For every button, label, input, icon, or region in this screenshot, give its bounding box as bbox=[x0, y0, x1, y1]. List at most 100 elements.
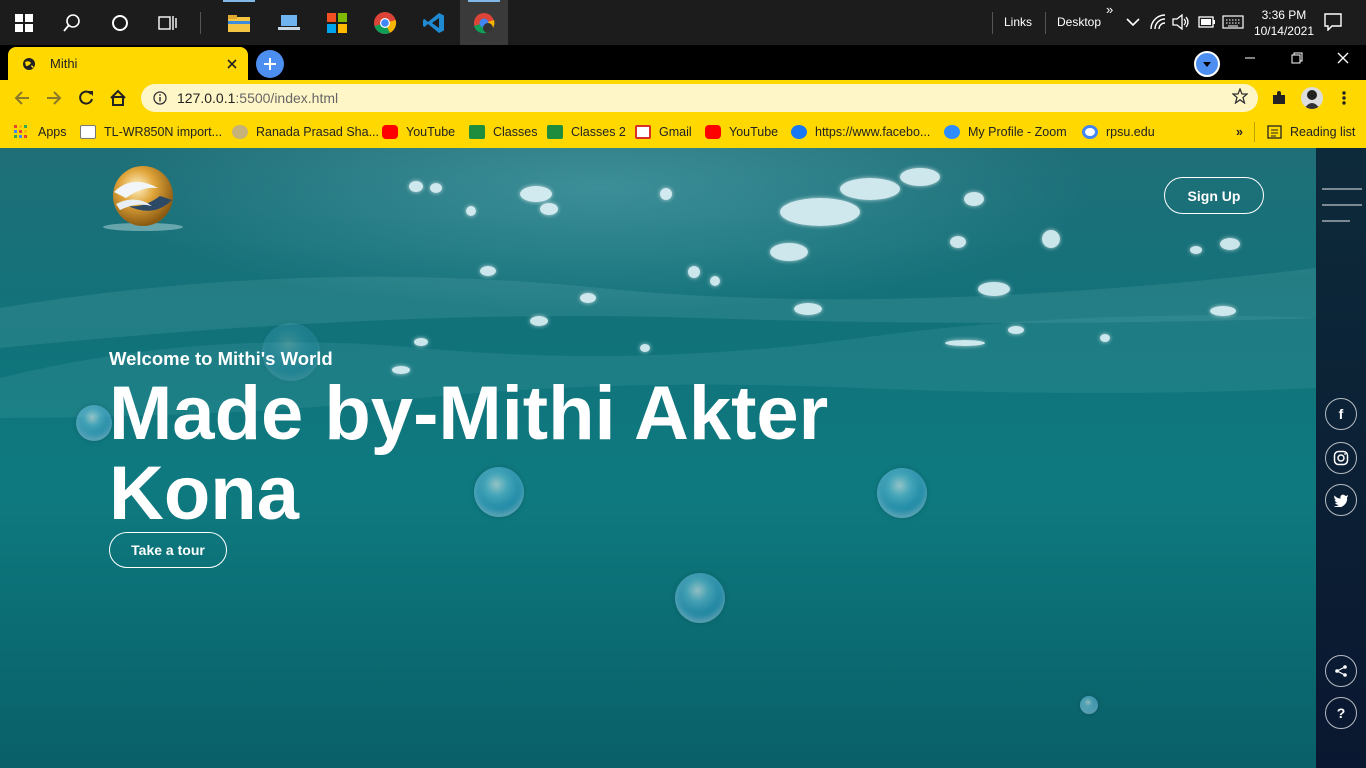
windows-start-button[interactable] bbox=[0, 0, 48, 45]
links-toolbar[interactable]: Links bbox=[1004, 15, 1032, 29]
tab-mithi[interactable]: Mithi bbox=[8, 47, 248, 80]
bookmark-label: https://www.facebo... bbox=[815, 125, 931, 139]
bookmark-rpsu[interactable]: Ranada Prasad Sha... bbox=[232, 122, 379, 142]
kebab-menu-icon[interactable] bbox=[1340, 90, 1348, 106]
task-view-button[interactable] bbox=[144, 0, 192, 45]
zoom-icon bbox=[944, 125, 960, 139]
help-icon[interactable]: ? bbox=[1325, 697, 1357, 729]
star-bookmark-icon[interactable] bbox=[1232, 88, 1248, 104]
system-clock[interactable]: 3:36 PM 10/14/2021 bbox=[1254, 7, 1314, 39]
taskbar-this-pc[interactable] bbox=[265, 0, 313, 45]
taskbar-store[interactable] bbox=[313, 0, 361, 45]
apps-grid-icon bbox=[14, 125, 27, 138]
youtube-icon bbox=[382, 125, 398, 139]
chrome-icon bbox=[374, 11, 397, 34]
twitter-bird-glyph bbox=[1333, 494, 1348, 507]
tab-search-button[interactable] bbox=[1194, 51, 1220, 77]
profile-avatar[interactable] bbox=[1301, 87, 1323, 109]
wifi-icon[interactable] bbox=[1150, 14, 1166, 30]
take-a-tour-button[interactable]: Take a tour bbox=[109, 532, 227, 568]
url-path: :5500/index.html bbox=[235, 90, 339, 106]
site-logo[interactable] bbox=[102, 164, 184, 232]
rpsu-logo-icon bbox=[232, 125, 248, 139]
running-indicator bbox=[468, 0, 500, 2]
windows-logo-icon bbox=[15, 13, 33, 32]
home-button[interactable] bbox=[104, 84, 132, 112]
keyboard-icon[interactable] bbox=[1222, 15, 1244, 29]
globe-icon bbox=[23, 57, 35, 70]
arrow-right-icon bbox=[47, 91, 62, 105]
close-icon[interactable] bbox=[226, 58, 238, 70]
cortana-circle-icon bbox=[112, 14, 128, 31]
task-view-icon bbox=[158, 15, 177, 30]
extensions-puzzle-icon[interactable] bbox=[1271, 90, 1287, 106]
reading-list-button[interactable]: Reading list bbox=[1267, 122, 1355, 142]
bookmark-router[interactable]: TL-WR850N import... bbox=[80, 122, 222, 142]
taskbar-file-explorer[interactable] bbox=[215, 0, 263, 45]
address-bar[interactable]: 127.0.0.1:5500/index.html bbox=[141, 84, 1258, 112]
reload-button[interactable] bbox=[72, 84, 100, 112]
forward-button[interactable] bbox=[40, 84, 68, 112]
minimize-icon bbox=[1245, 57, 1255, 59]
search-icon bbox=[63, 13, 80, 32]
bookmarks-bar: Apps TL-WR850N import... Ranada Prasad S… bbox=[0, 116, 1366, 148]
taskbar-chrome-profile-active[interactable] bbox=[460, 0, 508, 45]
bookmark-youtube[interactable]: YouTube bbox=[382, 122, 455, 142]
info-icon[interactable] bbox=[153, 91, 167, 105]
close-window-button[interactable] bbox=[1320, 45, 1366, 77]
minimize-button[interactable] bbox=[1227, 45, 1273, 77]
bookmark-youtube-2[interactable]: YouTube bbox=[705, 122, 778, 142]
battery-icon[interactable] bbox=[1198, 16, 1216, 28]
clock-time: 3:36 PM bbox=[1261, 8, 1307, 22]
url-text: 127.0.0.1:5500/index.html bbox=[177, 90, 338, 106]
bookmark-gmail[interactable]: Gmail bbox=[635, 122, 692, 142]
bookmark-rpsu-edu[interactable]: rpsu.edu bbox=[1082, 122, 1155, 142]
hamburger-menu-icon[interactable] bbox=[1316, 184, 1366, 224]
plus-icon bbox=[264, 58, 276, 70]
chrome-profile-icon bbox=[474, 12, 495, 33]
gmail-icon bbox=[635, 125, 651, 139]
bookmark-apps[interactable]: Apps bbox=[14, 122, 67, 142]
windows-taskbar: Links Desktop » 3:36 PM 10/14/2021 bbox=[0, 0, 1366, 45]
person-avatar-icon bbox=[1304, 90, 1320, 109]
browser-toolbar: 127.0.0.1:5500/index.html bbox=[0, 80, 1366, 116]
desktop-toolbar[interactable]: Desktop bbox=[1057, 15, 1101, 29]
notifications-icon[interactable] bbox=[1324, 13, 1342, 31]
taskbar-vscode[interactable] bbox=[410, 0, 458, 45]
tab-title: Mithi bbox=[50, 56, 78, 71]
new-tab-button[interactable] bbox=[256, 50, 284, 78]
chevron-down-icon[interactable] bbox=[1126, 17, 1140, 27]
bookmark-classes-2[interactable]: Classes 2 bbox=[547, 122, 626, 142]
bookmark-label: TL-WR850N import... bbox=[104, 125, 223, 139]
chevron-down-icon bbox=[1203, 62, 1211, 67]
bookmarks-separator bbox=[1254, 122, 1255, 142]
facebook-icon bbox=[791, 125, 807, 139]
facebook-icon[interactable]: f bbox=[1325, 398, 1357, 430]
cortana-button[interactable] bbox=[96, 0, 144, 45]
running-indicator bbox=[223, 0, 255, 2]
volume-icon[interactable] bbox=[1172, 14, 1190, 30]
restore-button[interactable] bbox=[1274, 45, 1320, 77]
instagram-icon[interactable] bbox=[1325, 442, 1357, 474]
twitter-icon[interactable] bbox=[1325, 484, 1357, 516]
bookmark-facebook[interactable]: https://www.facebo... bbox=[791, 122, 930, 142]
arrow-left-icon bbox=[14, 91, 29, 105]
bookmark-classes[interactable]: Classes bbox=[469, 122, 537, 142]
search-button[interactable] bbox=[48, 0, 96, 45]
colorful-tiles-icon bbox=[327, 12, 347, 33]
taskbar-separator bbox=[992, 12, 993, 34]
toolbar-overflow-chevron[interactable]: » bbox=[1106, 2, 1113, 17]
sign-up-button[interactable]: Sign Up bbox=[1164, 177, 1264, 214]
taskbar-chrome[interactable] bbox=[361, 0, 409, 45]
back-button[interactable] bbox=[8, 84, 36, 112]
hero-headline: Made by-Mithi Akter Kona bbox=[109, 371, 829, 536]
bookmark-zoom[interactable]: My Profile - Zoom bbox=[944, 122, 1067, 142]
url-host: 127.0.0.1 bbox=[177, 90, 236, 106]
bookmark-label: YouTube bbox=[406, 125, 456, 139]
bookmarks-overflow-button[interactable]: » bbox=[1236, 122, 1243, 142]
taskbar-separator bbox=[1045, 12, 1046, 34]
welcome-subtitle: Welcome to Mithi's World bbox=[109, 348, 333, 369]
vscode-icon bbox=[423, 12, 444, 33]
share-icon[interactable] bbox=[1325, 655, 1357, 687]
close-icon bbox=[1337, 52, 1349, 64]
